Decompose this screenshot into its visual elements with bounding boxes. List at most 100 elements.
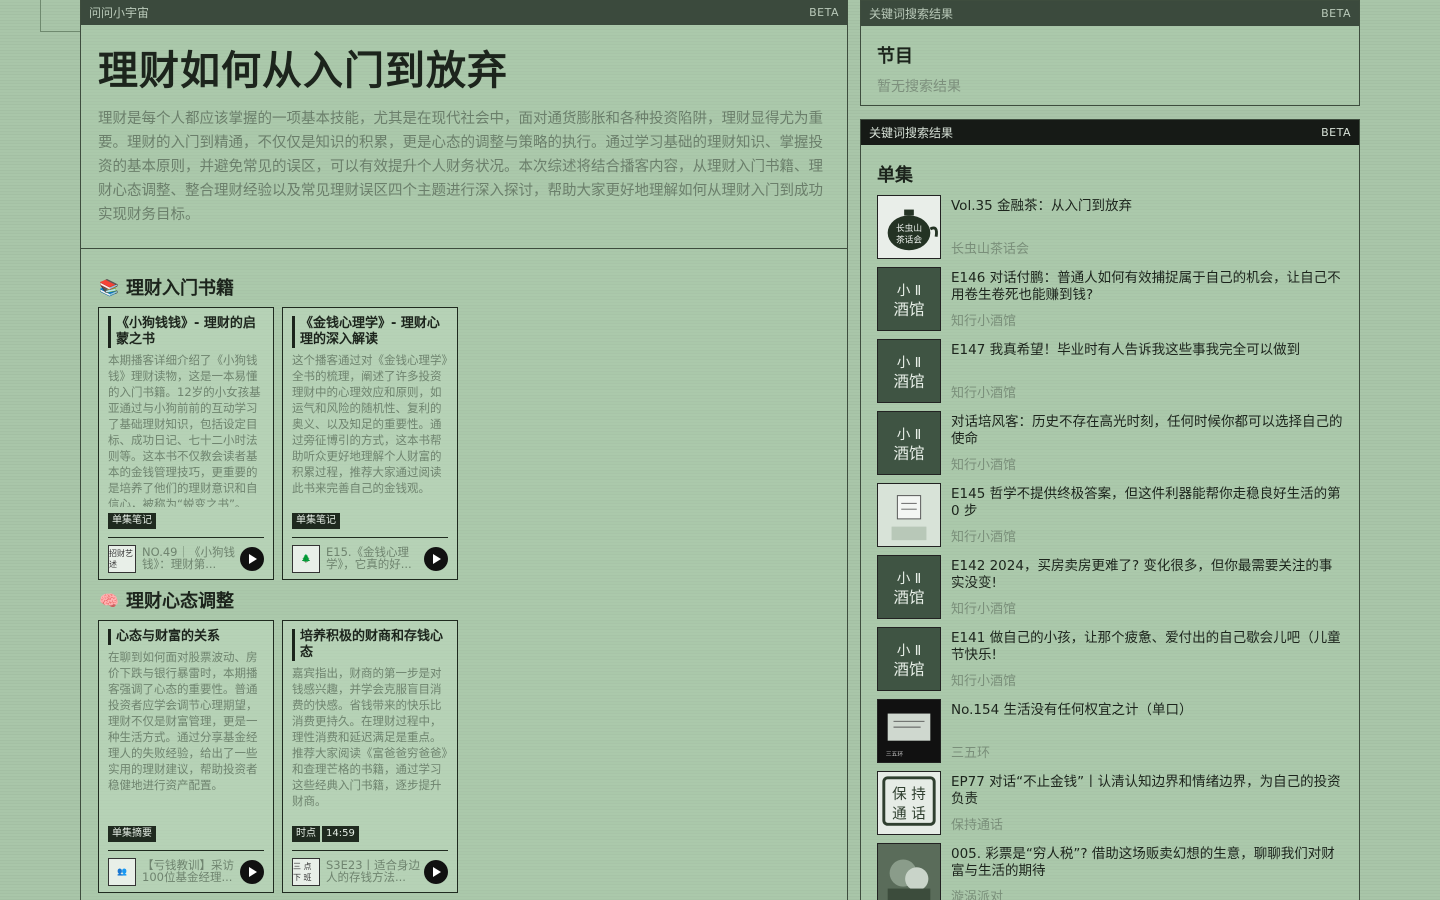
episode-cover: 小 Ⅱ 酒馆 — [877, 267, 941, 331]
svg-text:三五环: 三五环 — [886, 751, 904, 758]
card-episode-row[interactable]: 🌲 E15.《金钱心理学》，它真的好... — [292, 537, 448, 579]
card-tag: 时点 — [292, 826, 320, 842]
episode-info: 005. 彩票是“穷人税”? 借助这场贩卖幻想的生意，聊聊我们对财富与生活的期待… — [951, 843, 1359, 900]
beta-badge: BETA — [809, 6, 839, 19]
summary-text: 理财是每个人都应该掌握的一项基本技能，尤其是在现代社会中，面对通货膨胀和各种投资… — [98, 111, 823, 223]
episode-cover: 三 点 下 班 — [292, 857, 320, 886]
episode-cover: 小 Ⅱ 酒馆 — [877, 555, 941, 619]
beta-badge: BETA — [1321, 126, 1351, 139]
corner-frame — [40, 0, 81, 32]
svg-text:酒馆: 酒馆 — [893, 661, 924, 679]
svg-text:酒馆: 酒馆 — [893, 589, 924, 607]
episode-podcast-name[interactable]: 知行小酒馆 — [951, 457, 1345, 475]
programs-empty-text: 暂无搜索结果 — [877, 79, 961, 95]
play-icon[interactable] — [240, 546, 264, 571]
play-icon[interactable] — [424, 546, 448, 571]
episode-info: E145 哲学不提供终极答案，但这件利器能帮你走稳良好生活的第 0 步知行小酒馆 — [951, 483, 1359, 547]
card-description: 本期播客详细介绍了《小狗钱钱》理财读物，这是一本易懂的入门书籍。12岁的小女孩基… — [108, 353, 261, 507]
topic-section: 📚 理财入门书籍《小狗钱钱》- 理财的启蒙之书 本期播客详细介绍了《小狗钱钱》理财读… — [98, 275, 830, 580]
episode-title[interactable]: E142 2024，买房卖房更难了? 变化很多，但你最需要关注的事实没变! — [951, 555, 1345, 595]
episode-item[interactable]: E145 哲学不提供终极答案，但这件利器能帮你走稳良好生活的第 0 步知行小酒馆 — [861, 483, 1359, 555]
episode-title[interactable]: E141 做自己的小孩，让那个疲惫、爱付出的自己歇会儿吧（儿童节快乐! — [951, 627, 1345, 667]
svg-text:小 Ⅱ: 小 Ⅱ — [897, 427, 922, 443]
card-episode-row[interactable]: 👥 【亏钱教训】采访100位基金经理... — [108, 850, 264, 892]
section-title-text: 理财入门书籍 — [126, 278, 234, 299]
episode-podcast-name[interactable]: 知行小酒馆 — [951, 529, 1345, 547]
episode-cover: 🌲 — [292, 544, 320, 573]
section-title: 📚 理财入门书籍 — [98, 275, 830, 300]
episode-link-text[interactable]: E15.《金钱心理学》，它真的好... — [326, 546, 424, 572]
card-description: 嘉宾指出，财商的第一步是对钱感兴趣，并学会克服盲目消费的快感。省钱带来的快乐比消… — [292, 666, 448, 808]
section-title: 🧠 理财心态调整 — [98, 588, 830, 613]
episode-title[interactable]: No.154 生活没有任何权宜之计（单口） — [951, 699, 1345, 739]
panel-bar-title: 问问小宇宙 — [89, 6, 150, 20]
episode-info: E147 我真希望！毕业时有人告诉我这些事我完全可以做到知行小酒馆 — [951, 339, 1359, 403]
svg-text:通 话: 通 话 — [892, 806, 926, 823]
episodes-heading: 单集 — [877, 165, 913, 186]
episode-podcast-name[interactable]: 漩涡派对 — [951, 889, 1345, 900]
card-episode-row[interactable]: 三 点 下 班 S3E23丨适合身边人的存钱方法... — [292, 850, 448, 892]
episode-cover: 小 Ⅱ 酒馆 — [877, 411, 941, 475]
episode-cover — [877, 483, 941, 547]
episode-link-text[interactable]: NO.49｜《小狗钱钱》：理财第... — [142, 546, 240, 572]
svg-text:酒馆: 酒馆 — [893, 301, 924, 319]
episode-info: 对话培风客：历史不存在高光时刻，任何时候你都可以选择自己的使命知行小酒馆 — [951, 411, 1359, 475]
episode-item[interactable]: 小 Ⅱ 酒馆 对话培风客：历史不存在高光时刻，任何时候你都可以选择自己的使命知行小酒… — [861, 411, 1359, 483]
episode-item[interactable]: 小 Ⅱ 酒馆 E147 我真希望！毕业时有人告诉我这些事我完全可以做到 知行小酒馆 — [861, 339, 1359, 411]
summary-panel: 问问小宇宙 BETA 理财如何从入门到放弃 理财是每个人都应该掌握的一项基本技能… — [80, 0, 848, 900]
summary-hero: 理财如何从入门到放弃 理财是每个人都应该掌握的一项基本技能，尤其是在现代社会中，… — [81, 25, 847, 249]
episode-link-text[interactable]: S3E23丨适合身边人的存钱方法... — [326, 859, 424, 885]
play-icon[interactable] — [240, 859, 264, 884]
episode-podcast-name[interactable]: 三五环 — [951, 745, 1345, 763]
svg-text:小 Ⅱ: 小 Ⅱ — [897, 643, 922, 659]
episode-item[interactable]: 三五环 No.154 生活没有任何权宜之计（单口） 三五环 — [861, 699, 1359, 771]
episode-title[interactable]: 对话培风客：历史不存在高光时刻，任何时候你都可以选择自己的使命 — [951, 411, 1345, 451]
svg-text:小 Ⅱ: 小 Ⅱ — [897, 283, 922, 299]
episode-info: Vol.35 金融茶：从入门到放弃长虫山茶话会 — [951, 195, 1359, 259]
svg-text:小 Ⅱ: 小 Ⅱ — [897, 571, 922, 587]
episode-podcast-name[interactable]: 保持通话 — [951, 817, 1345, 835]
books-icon: 📚 — [99, 277, 119, 297]
card-tag: 单集笔记 — [108, 513, 156, 529]
svg-text:茶话会: 茶话会 — [896, 234, 922, 246]
episode-item[interactable]: 小 Ⅱ 酒馆 E141 做自己的小孩，让那个疲惫、爱付出的自己歇会儿吧（儿童节快乐!… — [861, 627, 1359, 699]
episode-title[interactable]: EP77 对话“不止金钱”丨认清认知边界和情绪边界，为自己的投资负责 — [951, 771, 1345, 811]
episode-podcast-name[interactable]: 知行小酒馆 — [951, 673, 1345, 691]
topic-section: 🧠 理财心态调整心态与财富的关系 在聊到如何面对股票波动、房价下跌与银行暴雷时，本期… — [98, 588, 830, 893]
topic-card[interactable]: 心态与财富的关系 在聊到如何面对股票波动、房价下跌与银行暴雷时，本期播客强调了心态… — [98, 620, 274, 893]
play-icon[interactable] — [424, 859, 448, 884]
episode-title[interactable]: E145 哲学不提供终极答案，但这件利器能帮你走稳良好生活的第 0 步 — [951, 483, 1345, 523]
episode-cover: 长虫山 茶话会 — [877, 195, 941, 259]
episode-item[interactable]: 005. 彩票是“穷人税”? 借助这场贩卖幻想的生意，聊聊我们对财富与生活的期待… — [861, 843, 1359, 900]
card-title: 培养积极的财商和存钱心态 — [292, 629, 448, 661]
card-row: 《小狗钱钱》- 理财的启蒙之书 本期播客详细介绍了《小狗钱钱》理财读物，这是一本易… — [98, 307, 830, 580]
topic-card[interactable]: 培养积极的财商和存钱心态嘉宾指出，财商的第一步是对钱感兴趣，并学会克服盲目消费的… — [282, 620, 458, 893]
episode-item[interactable]: 小 Ⅱ 酒馆 E146 对话付鹏：普通人如何有效捕捉属于自己的机会，让自己不用卷生卷… — [861, 267, 1359, 339]
episode-title[interactable]: 005. 彩票是“穷人税”? 借助这场贩卖幻想的生意，聊聊我们对财富与生活的期待 — [951, 843, 1345, 883]
episode-cover: 保 持通 话 — [877, 771, 941, 835]
episode-title[interactable]: Vol.35 金融茶：从入门到放弃 — [951, 195, 1345, 235]
episode-list: 长虫山 茶话会 Vol.35 金融茶：从入门到放弃 长虫山茶话会小 Ⅱ 酒馆 E146 对… — [861, 195, 1359, 900]
programs-panel-bar: 关键词搜索结果 BETA — [861, 1, 1359, 26]
topic-card[interactable]: 《小狗钱钱》- 理财的启蒙之书 本期播客详细介绍了《小狗钱钱》理财读物，这是一本易… — [98, 307, 274, 580]
episode-podcast-name[interactable]: 知行小酒馆 — [951, 313, 1345, 331]
card-description: 这个播客通过对《金钱心理学》全书的梳理，阐述了许多投资理财中的心理效应和原则，如… — [292, 353, 448, 495]
card-tags: 单集笔记 — [108, 513, 264, 529]
episode-podcast-name[interactable]: 长虫山茶话会 — [951, 241, 1345, 259]
card-episode-row[interactable]: 招财艺述 NO.49｜《小狗钱钱》：理财第... — [108, 537, 264, 579]
episode-item[interactable]: 小 Ⅱ 酒馆 E142 2024，买房卖房更难了? 变化很多，但你最需要关注的事实没… — [861, 555, 1359, 627]
episode-podcast-name[interactable]: 知行小酒馆 — [951, 385, 1345, 403]
episode-cover: 三五环 — [877, 699, 941, 763]
card-tags: 时点 14:59 — [292, 826, 448, 842]
episode-link-text[interactable]: 【亏钱教训】采访100位基金经理... — [142, 859, 240, 885]
topic-card[interactable]: 《金钱心理学》- 理财心理的深入解读 这个播客通过对《金钱心理学》全书的梳理，阐述… — [282, 307, 458, 580]
programs-panel: 关键词搜索结果 BETA 节目 暂无搜索结果 — [860, 0, 1360, 106]
episode-title[interactable]: E146 对话付鹏：普通人如何有效捕捉属于自己的机会，让自己不用卷生卷死也能赚到… — [951, 267, 1345, 307]
card-tags: 单集摘要 — [108, 826, 264, 842]
panel-bar-title: 关键词搜索结果 — [869, 126, 954, 140]
episode-podcast-name[interactable]: 知行小酒馆 — [951, 601, 1345, 619]
episode-info: E142 2024，买房卖房更难了? 变化很多，但你最需要关注的事实没变! 知行小… — [951, 555, 1359, 619]
episode-item[interactable]: 保 持通 话 EP77 对话“不止金钱”丨认清认知边界和情绪边界，为自己的投资负责… — [861, 771, 1359, 843]
episode-item[interactable]: 长虫山 茶话会 Vol.35 金融茶：从入门到放弃 长虫山茶话会 — [861, 195, 1359, 267]
episode-title[interactable]: E147 我真希望！毕业时有人告诉我这些事我完全可以做到 — [951, 339, 1345, 379]
